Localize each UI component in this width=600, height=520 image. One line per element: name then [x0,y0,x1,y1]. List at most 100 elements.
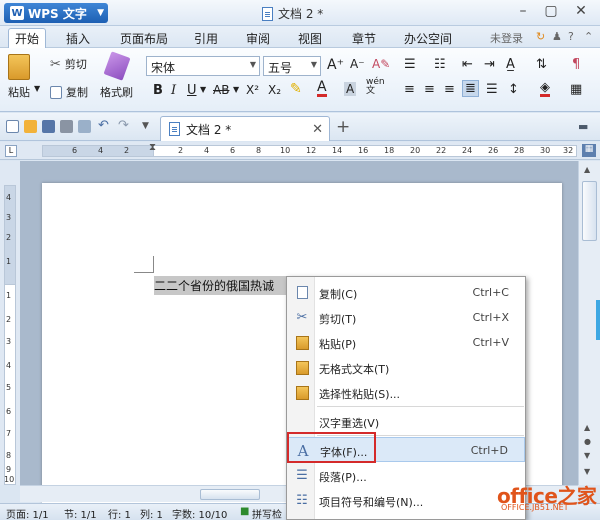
ribbon-tabs: 开始 插入 页面布局 引用 审阅 视图 章节 办公空间 未登录 ↻ ♟ ? ⌃ [0,26,600,48]
margin-corner-mark [134,272,154,273]
help-icon[interactable]: ? [568,30,574,43]
document-tab[interactable]: 文档 2 * ✕ [160,116,330,141]
bullets-icon[interactable]: ☰ [404,57,416,72]
collapse-ribbon-icon[interactable]: ⌃ [584,30,593,43]
menu-item-copy[interactable]: 复制(C) Ctrl+C [288,280,525,305]
menu-item-paragraph[interactable]: ☰ 段落(P)... [288,463,525,488]
scroll-down-icon[interactable]: ▼ [584,467,590,476]
menu-item-paste[interactable]: 粘贴(P) Ctrl+V [288,330,525,355]
menu-item-paste-special[interactable]: 选择性粘贴(S)... [288,380,525,405]
scroll-up-icon[interactable]: ▲ [584,165,590,174]
ruler-number: 20 [410,146,421,155]
refresh-icon[interactable]: ↻ [536,30,545,43]
shading-icon[interactable]: ◈ [540,81,550,97]
close-tab-icon[interactable]: ✕ [312,122,323,137]
menu-item-bullets-numbering[interactable]: ☷ 项目符号和编号(N)... [288,488,525,513]
status-spell-check[interactable]: 拼写检 [252,506,282,520]
tab-home[interactable]: 开始 [8,28,47,48]
text-direction-icon[interactable]: A̲ [506,57,515,72]
selected-text[interactable]: 二二个省份的俄国热诚 [154,276,286,295]
paste-button[interactable]: 粘贴 [8,54,30,100]
maximize-button[interactable]: ▢ [540,3,562,19]
print-icon[interactable] [60,120,73,133]
new-document-icon[interactable] [6,120,19,133]
ruler-number: 9 [6,465,12,474]
superscript-icon[interactable]: X² [246,83,259,97]
login-status[interactable]: 未登录 [490,30,523,46]
tab-view[interactable]: 视图 [292,29,328,48]
clear-format-icon[interactable]: A✎ [372,57,390,71]
tab-references[interactable]: 引用 [188,29,224,48]
underline-icon[interactable]: U [187,83,197,98]
numbering-icon[interactable]: ☷ [434,57,446,72]
ruler-number: 3 [6,213,12,222]
paste-dropdown-icon[interactable]: ▼ [34,84,40,93]
save-icon[interactable] [42,120,55,133]
decrease-indent-icon[interactable]: ⇤ [462,57,473,72]
menu-item-label: 粘贴(P) [319,338,357,351]
shirt-icon[interactable]: ♟ [552,30,562,43]
borders-icon[interactable]: ▦ [570,82,582,97]
font-color-icon[interactable]: A [317,80,327,97]
cut-button[interactable]: ✂ 剪切 [50,56,87,72]
app-menu-button[interactable]: W WPS 文字 ▼ [4,3,108,23]
tab-review[interactable]: 审阅 [240,29,276,48]
menu-item-cut[interactable]: ✂ 剪切(T) Ctrl+X [288,305,525,330]
close-button[interactable]: ✕ [570,3,592,19]
indent-marker-icon[interactable]: ⧗ [149,142,156,153]
sort-icon[interactable]: ⇅ [536,57,547,72]
chevron-down-icon[interactable]: ▼ [233,85,239,94]
tab-page-layout[interactable]: 页面布局 [114,29,174,48]
scrollbar-thumb[interactable] [200,489,260,500]
grow-font-icon[interactable]: A⁺ [327,57,344,73]
bold-icon[interactable]: B [153,83,163,98]
justify-icon[interactable]: ≣ [462,80,479,97]
status-word-count[interactable]: 字数: 10/10 [172,506,227,520]
shrink-font-icon[interactable]: A⁻ [350,57,365,71]
align-right-icon[interactable]: ≡ [444,82,455,97]
distributed-icon[interactable]: ☰ [486,82,498,97]
ruler-number: 32 [563,146,574,155]
font-size-select[interactable]: 五号 ▼ [263,56,321,76]
print-preview-icon[interactable] [78,120,91,133]
italic-icon[interactable]: I [171,83,176,98]
undo-icon[interactable]: ↶ [98,118,109,133]
side-panel-tab[interactable] [596,300,600,340]
paste-label: 粘贴 [8,86,30,99]
tab-section[interactable]: 章节 [346,29,382,48]
copy-button[interactable]: 复制 [50,84,88,100]
increase-indent-icon[interactable]: ⇥ [484,57,495,72]
align-left-icon[interactable]: ≡ [404,82,415,97]
ruler-number: 10 [4,475,15,484]
open-icon[interactable] [24,120,37,133]
tab-menu-icon[interactable]: ▬ [578,120,588,133]
subscript-icon[interactable]: X₂ [268,83,281,97]
char-shading-icon[interactable]: A [344,82,357,96]
tab-office-space[interactable]: 办公空间 [398,29,458,48]
new-tab-icon[interactable]: + [336,117,350,137]
highlight-icon[interactable]: ✎ [290,81,302,97]
menu-item-hanzi-reselect[interactable]: 汉字重选(V) [288,409,525,434]
format-painter-button[interactable]: 格式刷 [100,51,133,100]
tab-stop-selector[interactable]: L [5,145,17,157]
menu-item-paste-plain-text[interactable]: 无格式文本(T) [288,355,525,380]
minimize-button[interactable]: – [512,3,534,19]
vertical-ruler[interactable]: 4 3 2 1 1 2 3 4 5 6 7 8 9 10 [0,161,20,485]
strikethrough-icon[interactable]: AB [213,83,229,97]
font-family-select[interactable]: 宋体 ▼ [146,56,260,76]
line-spacing-icon[interactable]: ↕ [508,82,519,97]
scroll-select-object-icon[interactable]: ● [584,437,591,446]
chevron-down-icon[interactable]: ▼ [200,85,206,94]
horizontal-ruler[interactable] [0,142,600,160]
phonetic-guide-icon[interactable]: wén 文 [366,78,385,96]
tab-insert[interactable]: 插入 [60,29,96,48]
ruler-toggle-icon[interactable]: ▦ [582,144,596,157]
scroll-next-page-icon[interactable]: ▼ [584,451,590,460]
status-page[interactable]: 页面: 1/1 [6,506,49,520]
align-center-icon[interactable]: ≡ [424,82,435,97]
show-marks-icon[interactable]: ¶ [572,57,580,72]
scroll-prev-page-icon[interactable]: ▲ [584,423,590,432]
scrollbar-thumb[interactable] [582,181,597,241]
customize-qat-icon[interactable]: ▼ [142,121,149,131]
redo-icon[interactable]: ↷ [118,118,129,133]
